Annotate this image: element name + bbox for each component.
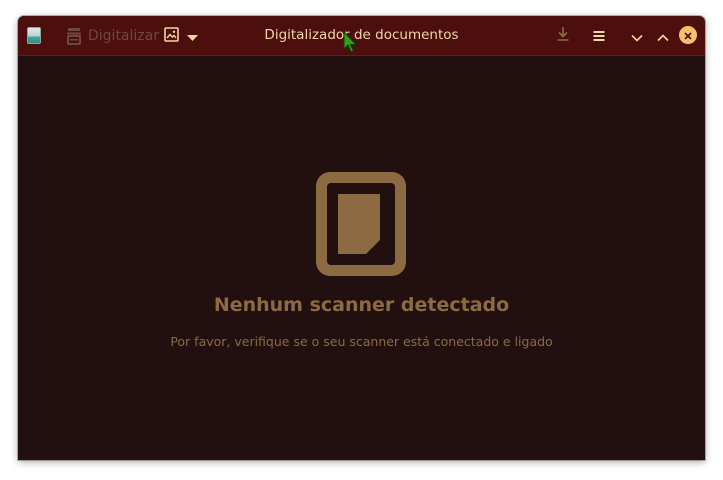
close-button[interactable] [679, 26, 697, 44]
download-icon [556, 26, 570, 46]
chevron-down-icon[interactable] [187, 27, 198, 46]
close-icon [683, 26, 693, 45]
main-content: Nenhum scanner detectado Por favor, veri… [18, 56, 705, 460]
scanner-document-icon [316, 172, 406, 276]
header-bar: Digitalizar Digitalizador de documentos [18, 16, 705, 56]
minimize-button[interactable] [627, 26, 647, 46]
scan-button[interactable]: Digitalizar [66, 24, 159, 48]
empty-state-subtitle: Por favor, verifique se o seu scanner es… [170, 334, 553, 349]
chevron-up-icon [657, 27, 669, 46]
scanner-icon [66, 27, 82, 45]
app-window: Digitalizar Digitalizador de documentos [18, 16, 705, 460]
main-menu-button[interactable] [589, 26, 609, 46]
app-icon [27, 27, 41, 44]
hamburger-menu-icon [593, 27, 605, 46]
maximize-button[interactable] [653, 26, 673, 46]
chevron-down-icon [631, 27, 643, 46]
scan-button-label: Digitalizar [88, 28, 159, 44]
save-button[interactable] [553, 26, 573, 46]
mouse-cursor [342, 30, 358, 55]
image-mode-button[interactable] [164, 24, 208, 48]
empty-state-title: Nenhum scanner detectado [213, 294, 510, 316]
image-icon [164, 26, 179, 46]
